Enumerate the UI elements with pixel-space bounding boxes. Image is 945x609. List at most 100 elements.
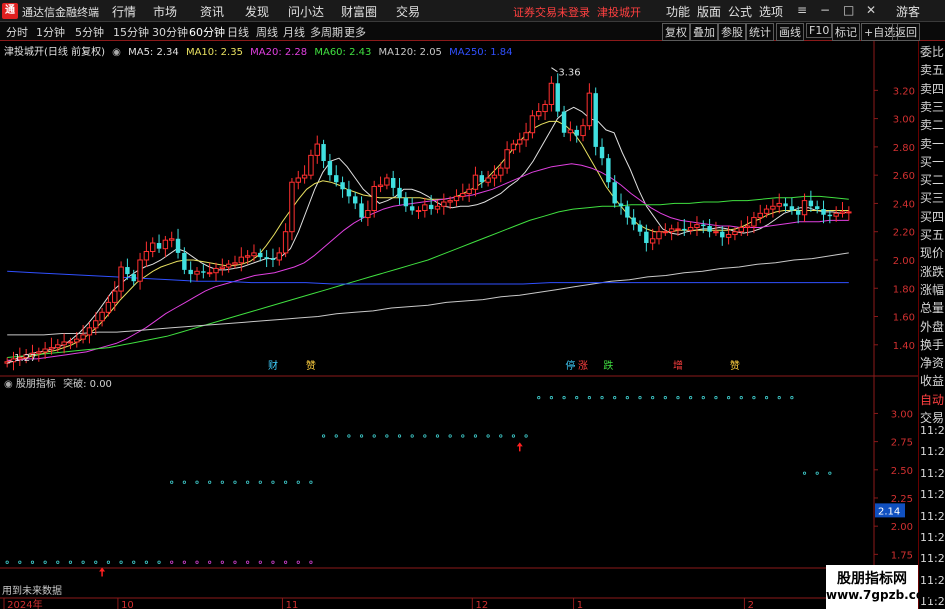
period-daily[interactable]: 日线 <box>227 24 249 40</box>
legend-ma250: MA250: 1.84 <box>449 47 513 58</box>
menu-wealth[interactable]: 财富圈 <box>341 3 377 20</box>
candle-body-up <box>219 266 226 269</box>
candle-body-up <box>194 270 200 275</box>
indicator-dot <box>600 396 604 400</box>
chart-canvas[interactable]: 3.36 1.27 财 赞 停涨 跌 增 赞 1.40 1.60 1.80 2.00 2.20 2.40… <box>0 41 918 609</box>
candle-body-down <box>555 83 560 112</box>
tool-f10[interactable]: F10 <box>806 23 833 38</box>
menu-trade[interactable]: 交易 <box>396 3 420 20</box>
tool-mark[interactable]: 标记 <box>832 23 860 41</box>
candle-body-down <box>397 187 402 198</box>
candle-body-up <box>365 210 371 219</box>
tool-params[interactable]: 参股 <box>718 23 746 41</box>
indicator-dot <box>246 480 250 484</box>
minimize-icon[interactable]: − <box>820 3 830 17</box>
legend-dropdown-icon[interactable]: ◉ <box>112 47 121 58</box>
candle-body-up <box>213 267 219 274</box>
indicator-dot <box>208 480 212 484</box>
guest-login[interactable]: 游客 <box>896 3 920 20</box>
price-annotation: 1.27 <box>14 353 36 364</box>
tool-draw[interactable]: 画线 <box>776 23 804 41</box>
candle-body-down <box>340 182 345 190</box>
indicator-dot <box>208 560 212 564</box>
candle-body-up <box>384 177 390 186</box>
indicator-dot <box>271 480 275 484</box>
future-data-note: 用到未来数据 <box>2 586 62 597</box>
indicator-dot <box>195 480 199 484</box>
y-tick-label: 2.80 <box>893 143 915 154</box>
period-more[interactable]: 更多 <box>344 24 366 40</box>
menu-options[interactable]: 选项 <box>759 3 783 20</box>
ma-line-ma120 <box>7 252 849 336</box>
candle-body-up <box>776 202 782 207</box>
x-tick-label: 2 <box>748 600 754 609</box>
indicator-dot <box>258 560 262 564</box>
indicator-dot <box>562 396 566 400</box>
period-30min[interactable]: 30分钟 <box>152 24 188 40</box>
candle-body-down <box>631 217 636 225</box>
period-weekly[interactable]: 周线 <box>256 24 278 40</box>
period-timeshare[interactable]: 分时 <box>6 24 28 40</box>
candle-body-up <box>801 200 808 216</box>
candle-body-down <box>789 206 795 211</box>
indicator-dot <box>549 396 554 400</box>
candle-body-up <box>415 210 422 212</box>
menu-formula[interactable]: 公式 <box>728 3 752 20</box>
period-60min[interactable]: 60分钟 <box>189 24 225 40</box>
candle-body-down <box>720 231 725 238</box>
candle-body-up <box>232 262 238 265</box>
candle-body-down <box>258 252 263 258</box>
candle-body-up <box>276 252 282 261</box>
login-warning[interactable]: 证券交易未登录 津投城开 <box>513 4 641 20</box>
tool-stats[interactable]: 统计 <box>746 23 774 41</box>
indicator-dot <box>170 560 174 564</box>
trade-time: 11:29 <box>920 573 945 587</box>
candle-body-down <box>808 200 814 207</box>
indicator-dot <box>284 480 288 484</box>
period-1min[interactable]: 1分钟 <box>36 24 65 40</box>
quote-label: 卖二 <box>920 118 945 133</box>
menu-layout[interactable]: 版面 <box>697 3 721 20</box>
y-tick-label: 2.00 <box>893 256 915 267</box>
candle-body-up <box>536 111 542 117</box>
menu-discover[interactable]: 发现 <box>245 3 269 20</box>
menu-ask[interactable]: 问小达 <box>288 3 324 20</box>
quote-label: 涨跌 <box>920 264 945 279</box>
candle-body-down <box>827 214 833 217</box>
indicator-dot <box>410 434 414 438</box>
menu-exchange[interactable]: 市场 <box>153 3 177 20</box>
x-tick-label: 1 <box>577 600 583 609</box>
candle-body-up <box>80 334 86 340</box>
tool-back[interactable]: 返回 <box>892 23 920 41</box>
tool-overlay[interactable]: 叠加 <box>690 23 718 41</box>
candle-body-up <box>498 167 504 176</box>
candle-body-down <box>201 271 206 273</box>
candle-body-down <box>637 224 643 232</box>
trade-time: 11:29 <box>920 531 945 544</box>
candle-body-up <box>36 351 42 354</box>
candle-body-up <box>143 250 150 261</box>
candle-body-up <box>694 224 700 228</box>
period-5min[interactable]: 5分钟 <box>75 24 104 40</box>
period-monthly[interactable]: 月线 <box>283 24 305 40</box>
indicator-value: 突破: 0.00 <box>63 379 112 390</box>
close-icon[interactable]: ✕ <box>866 3 876 17</box>
quote-label: 总量 <box>920 301 945 316</box>
menu-function[interactable]: 功能 <box>666 3 690 20</box>
candle-body-down <box>156 243 162 249</box>
menu-market[interactable]: 行情 <box>112 3 136 20</box>
quote-label[interactable]: 自动 <box>920 391 945 410</box>
candle-body-up <box>441 201 447 207</box>
candle-body-up <box>751 217 757 227</box>
indicator-dot <box>435 434 440 438</box>
app-logo-icon: 通 <box>2 3 18 19</box>
menu-news[interactable]: 资讯 <box>200 3 224 20</box>
indicator-dropdown-icon[interactable]: ◉ <box>4 379 13 390</box>
menu-icon[interactable]: ≡ <box>797 3 807 17</box>
candle-body-up <box>434 205 441 210</box>
maximize-icon[interactable]: □ <box>843 3 854 17</box>
period-multi[interactable]: 多周期 <box>310 24 343 40</box>
trade-time: 11:29 <box>920 552 945 566</box>
period-15min[interactable]: 15分钟 <box>113 24 149 40</box>
tool-adjust[interactable]: 复权 <box>662 23 690 41</box>
